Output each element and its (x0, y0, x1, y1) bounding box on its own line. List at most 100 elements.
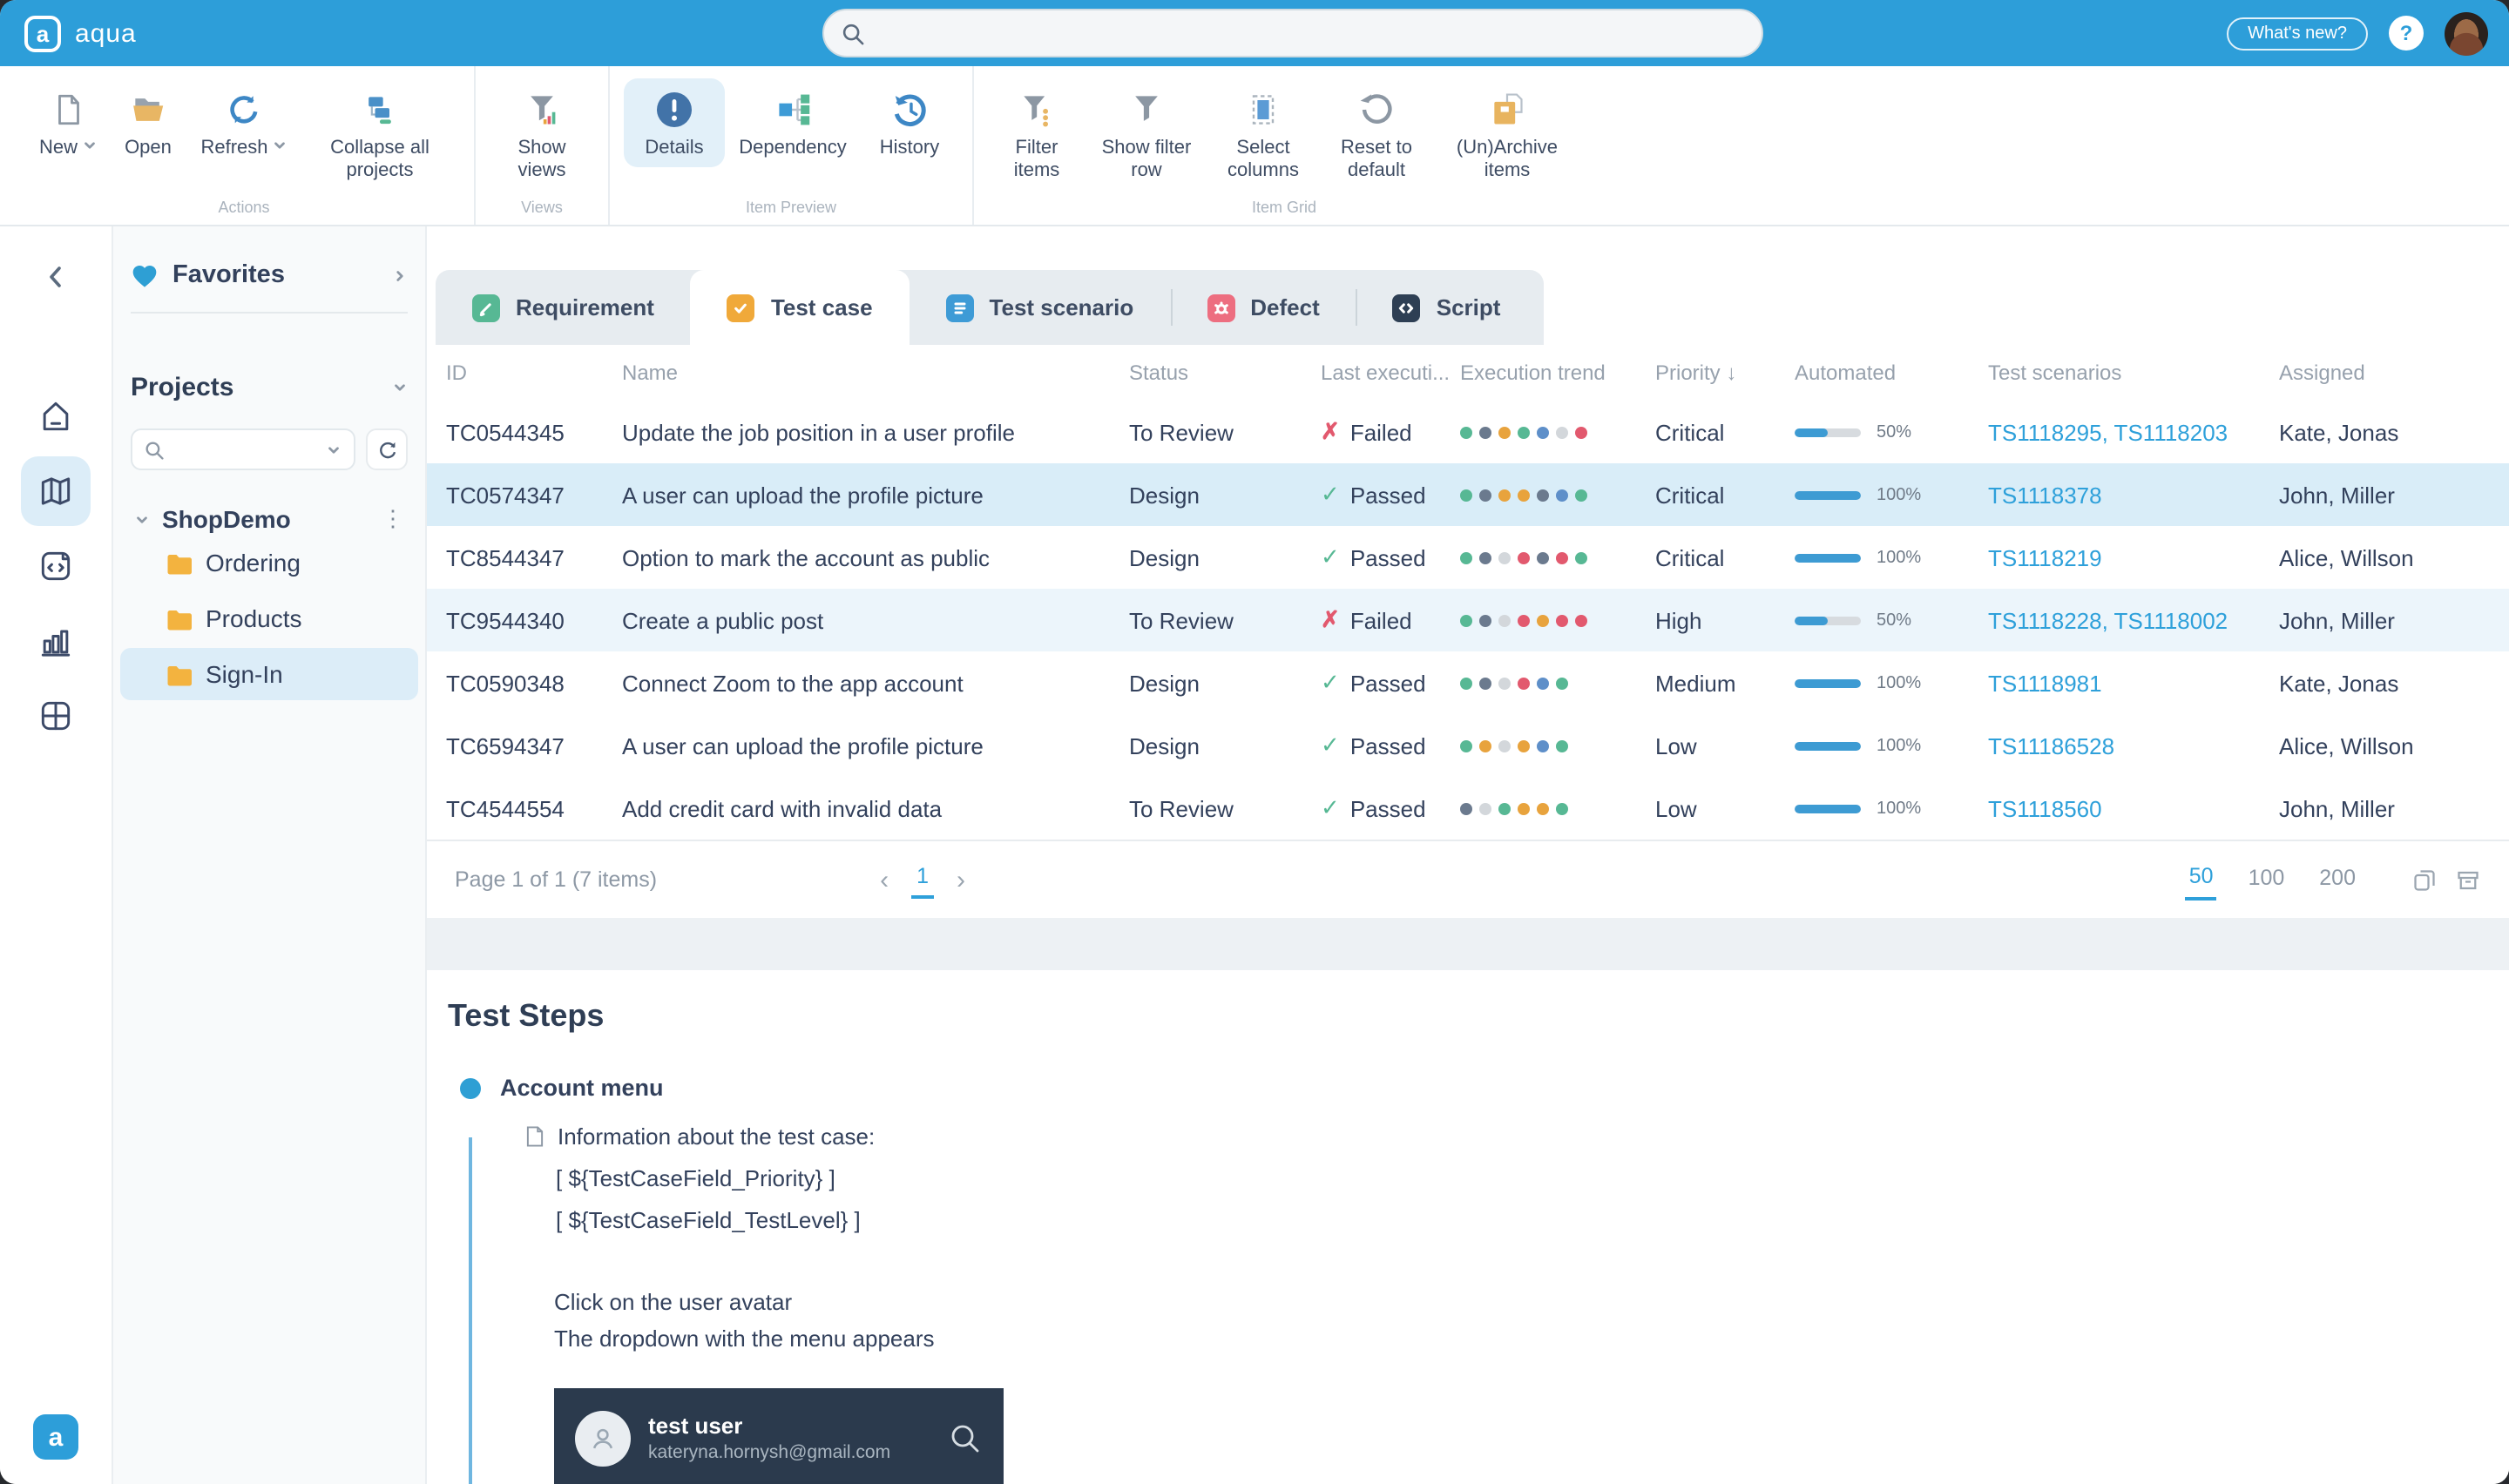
whats-new-button[interactable]: What's new? (2227, 17, 2368, 50)
tab-script[interactable]: Script (1356, 270, 1538, 345)
top-bar: a aqua What's new? ? (0, 0, 2509, 66)
rail-item-dashboards[interactable] (21, 681, 91, 751)
tree-node-shopdemo[interactable]: ShopDemo ⋮ (131, 505, 408, 533)
trend-dot (1537, 614, 1549, 626)
tab-test-scenario[interactable]: Test scenario (910, 270, 1171, 345)
trend-dot (1575, 614, 1587, 626)
current-page-button[interactable]: 1 (911, 860, 934, 899)
test-scenarios-link[interactable]: TS1118295, TS1118203 (1988, 419, 2279, 445)
table-row[interactable]: TC0574347 A user can upload the profile … (427, 463, 2509, 526)
new-button[interactable]: New (28, 78, 108, 167)
show-views-funnel-icon (523, 87, 561, 132)
screenshot-email: kateryna.hornysh@gmail.com (648, 1442, 930, 1463)
unarchive-items-label: (Un)Archive items (1437, 138, 1577, 183)
details-button[interactable]: Details (624, 78, 725, 167)
collapse-all-projects-button[interactable]: Collapse all projects (300, 78, 460, 190)
col-name[interactable]: Name (622, 361, 1129, 385)
open-label: Open (125, 138, 172, 160)
select-columns-button[interactable]: Select columns (1207, 78, 1319, 190)
rail-item-projects[interactable] (21, 456, 91, 526)
cell-automated: 100% (1795, 799, 1988, 818)
chevron-down-icon[interactable] (392, 380, 408, 395)
rail-item-home[interactable] (21, 381, 91, 451)
home-icon (37, 397, 75, 435)
test-scenarios-link[interactable]: TS1118981 (1988, 670, 2279, 696)
tab-defect[interactable]: Defect (1170, 270, 1356, 345)
table-row[interactable]: TC0590348 Connect Zoom to the app accoun… (427, 651, 2509, 714)
page-size-100[interactable]: 100 (2245, 861, 2289, 898)
filter-items-label: Filter items (991, 138, 1082, 183)
tree-folder-ordering[interactable]: Ordering (120, 536, 418, 589)
refresh-label: Refresh (200, 138, 267, 159)
copy-pages-icon[interactable] (2411, 867, 2438, 893)
col-last-execution[interactable]: Last executi... (1321, 361, 1460, 385)
table-row[interactable]: TC9544340 Create a public post To Review… (427, 589, 2509, 651)
favorites-header[interactable]: Favorites (172, 261, 378, 289)
kebab-menu-icon[interactable]: ⋮ (382, 505, 404, 533)
trend-dot (1460, 802, 1472, 814)
step-title[interactable]: Account menu (500, 1075, 664, 1101)
unarchive-items-button[interactable]: (Un)Archive items (1434, 78, 1580, 190)
col-automated[interactable]: Automated (1795, 361, 1988, 385)
tab-requirement[interactable]: Requirement (436, 270, 691, 345)
test-scenarios-link[interactable]: TS1118219 (1988, 544, 2279, 570)
col-status[interactable]: Status (1129, 361, 1321, 385)
trend-dot (1518, 614, 1530, 626)
refresh-button[interactable]: Refresh (188, 78, 300, 167)
projects-header[interactable]: Projects (131, 373, 392, 402)
table-row[interactable]: TC4544554 Add credit card with invalid d… (427, 777, 2509, 840)
test-scenarios-link[interactable]: TS1118228, TS1118002 (1988, 607, 2279, 633)
table-row[interactable]: TC0544345 Update the job position in a u… (427, 401, 2509, 463)
cell-automated: 50% (1795, 422, 1988, 442)
col-id[interactable]: ID (446, 361, 622, 385)
test-scenarios-link[interactable]: TS1118378 (1988, 482, 2279, 508)
table-row[interactable]: TC6594347 A user can upload the profile … (427, 714, 2509, 777)
step-info-label: Information about the test case: (558, 1123, 875, 1150)
filter-items-funnel-icon (1018, 87, 1056, 132)
refresh-tree-button[interactable] (366, 428, 408, 470)
table-row[interactable]: TC8544347 Option to mark the account as … (427, 526, 2509, 589)
trend-dot (1556, 551, 1568, 563)
rail-item-scripts[interactable] (21, 531, 91, 601)
trend-dot (1479, 802, 1491, 814)
content-area: Requirement Test case Test scenario Defe… (427, 226, 2509, 1484)
rail-item-reports[interactable] (21, 606, 91, 676)
show-filter-row-label: Show filter row (1089, 138, 1204, 183)
history-button[interactable]: History (861, 78, 958, 167)
test-scenarios-link[interactable]: TS1118560 (1988, 795, 2279, 821)
dependency-button[interactable]: Dependency (725, 78, 861, 167)
next-page-button[interactable]: › (957, 865, 965, 894)
reset-to-default-button[interactable]: Reset to default (1319, 78, 1434, 190)
step-variable-line: [ ${TestCaseField_TestLevel} ] (556, 1207, 2509, 1233)
step-bullet-icon[interactable] (460, 1077, 481, 1098)
tree-folder-products[interactable]: Products (120, 592, 418, 644)
prev-page-button[interactable]: ‹ (880, 865, 889, 894)
global-search-input[interactable] (822, 9, 1763, 57)
reset-to-default-label: Reset to default (1322, 138, 1430, 183)
help-button[interactable]: ? (2389, 16, 2424, 51)
cell-name: Connect Zoom to the app account (622, 670, 1129, 696)
col-priority[interactable]: Priority ↓ (1655, 361, 1795, 385)
open-button[interactable]: Open (108, 78, 188, 167)
grid-icon (37, 697, 75, 735)
automation-percent: 100% (1877, 799, 1921, 818)
page-size-50[interactable]: 50 (2186, 860, 2217, 900)
tab-test-case[interactable]: Test case (691, 270, 910, 345)
col-assigned[interactable]: Assigned (2279, 361, 2509, 385)
tree-folder-sign-in[interactable]: Sign-In (120, 648, 418, 700)
chevron-right-icon[interactable] (392, 267, 408, 283)
filter-items-button[interactable]: Filter items (988, 78, 1085, 190)
page-size-200[interactable]: 200 (2316, 861, 2359, 898)
result-text: Passed (1350, 482, 1426, 508)
col-test-scenarios[interactable]: Test scenarios (1988, 361, 2279, 385)
show-filter-row-button[interactable]: Show filter row (1085, 78, 1207, 190)
project-search-input[interactable] (131, 428, 355, 470)
chevron-down-icon (272, 138, 287, 153)
test-scenarios-link[interactable]: TS11186528 (1988, 732, 2279, 759)
trend-dot (1556, 426, 1568, 438)
col-execution-trend[interactable]: Execution trend (1460, 361, 1655, 385)
show-views-button[interactable]: Show views (490, 78, 594, 190)
collapse-sidebar-button[interactable] (44, 265, 68, 298)
archive-tray-icon[interactable] (2455, 867, 2481, 893)
user-avatar[interactable] (2445, 11, 2488, 55)
